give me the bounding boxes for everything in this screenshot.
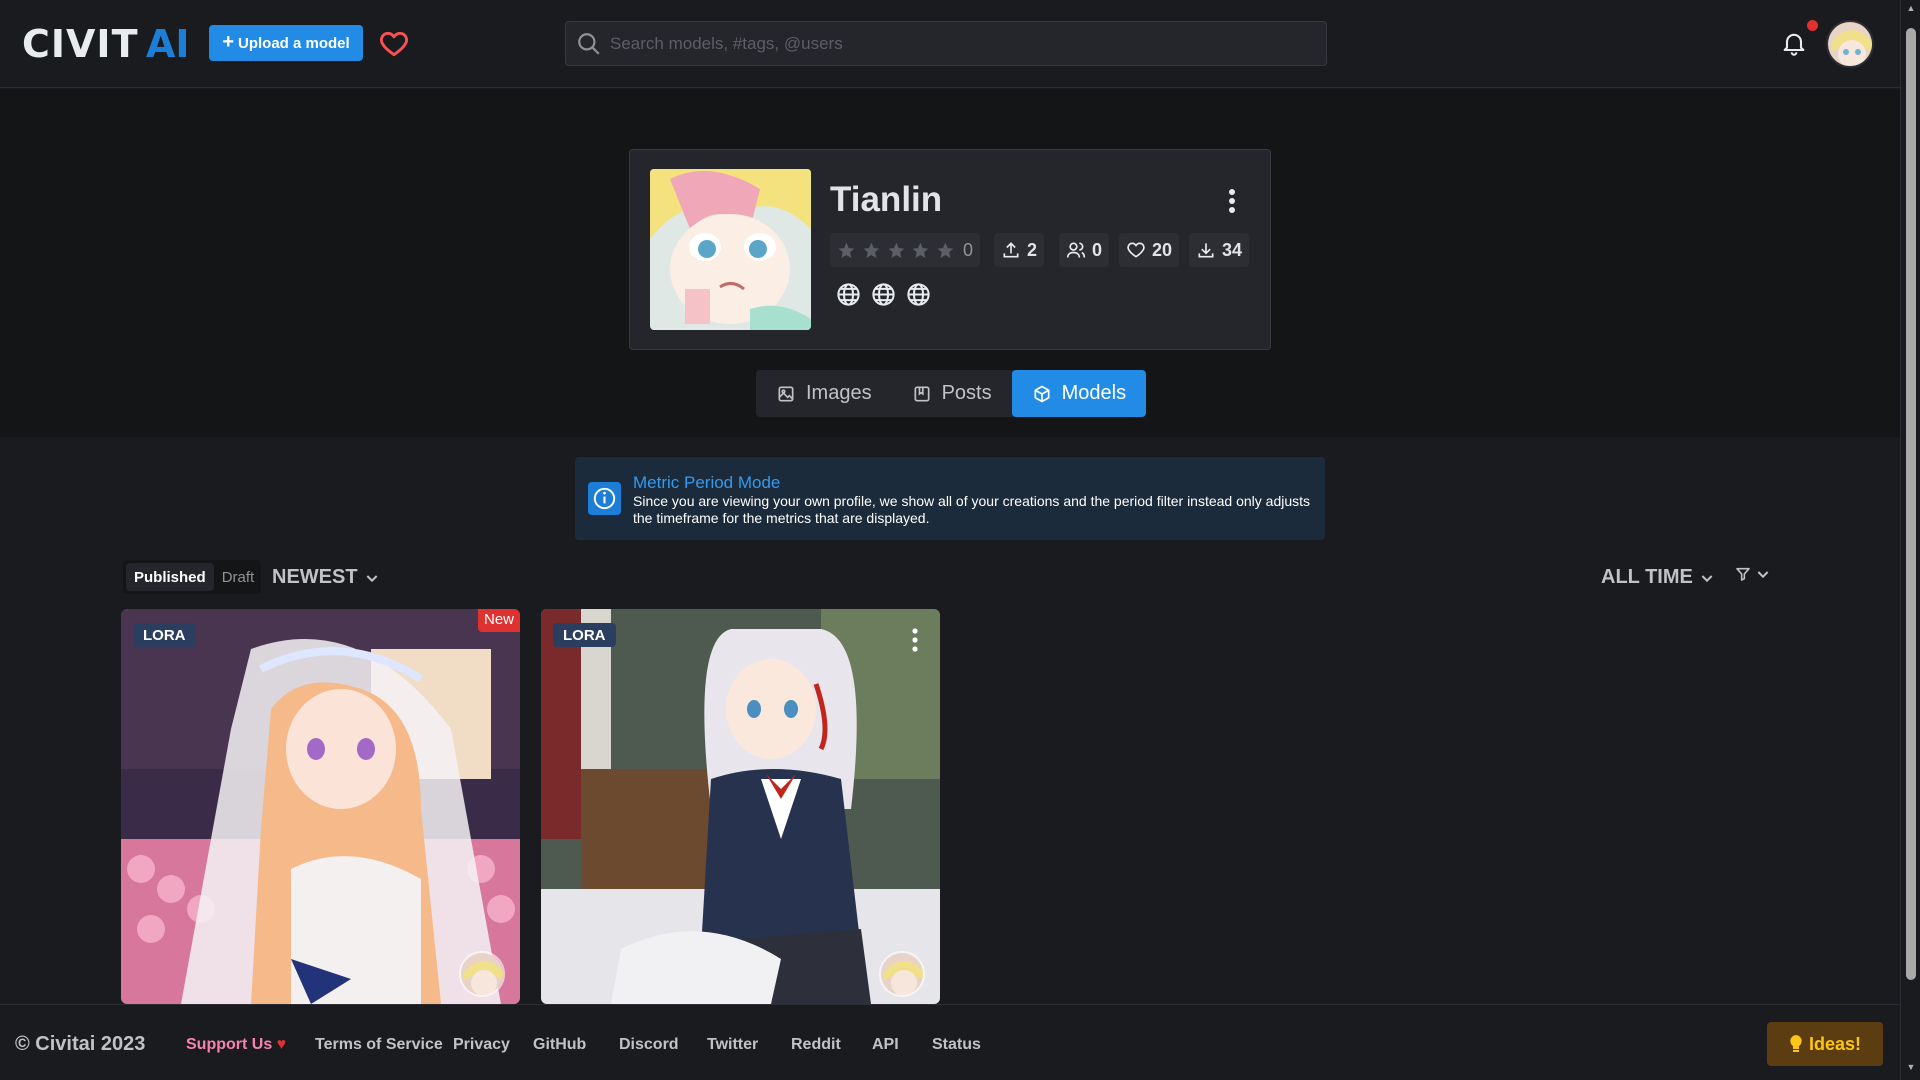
model-card[interactable]: LORA: [541, 609, 940, 1004]
profile-tabs: Images Posts Models: [756, 370, 1147, 417]
search-input[interactable]: [610, 22, 1310, 65]
globe-icon[interactable]: [870, 281, 897, 308]
notification-dot: [1807, 20, 1818, 31]
civitai-logo[interactable]: CIVIT AI: [22, 26, 196, 60]
top-header: CIVIT AI + Upload a model: [0, 0, 1900, 88]
heart-icon: [1127, 242, 1145, 258]
followers-stat: 0: [1059, 233, 1110, 267]
svg-text:CIVIT: CIVIT: [22, 26, 139, 60]
search-bar[interactable]: [565, 21, 1327, 66]
star-icon: [937, 242, 954, 258]
bell-icon[interactable]: [1780, 28, 1808, 58]
globe-icon[interactable]: [835, 281, 862, 308]
heart-icon: ♥: [276, 1036, 287, 1053]
published-option[interactable]: Published: [126, 563, 214, 591]
likes-stat: 20: [1119, 233, 1180, 267]
sort-dropdown[interactable]: NEWEST: [272, 566, 380, 589]
terms-of-service-link[interactable]: Terms of Service: [315, 1036, 443, 1054]
period-dropdown[interactable]: ALL TIME: [1601, 566, 1715, 589]
more-options-icon[interactable]: [909, 627, 921, 653]
model-type-badge: LORA: [133, 623, 196, 647]
profile-image: [650, 169, 811, 330]
star-icon: [863, 242, 880, 258]
star-icon: [888, 242, 904, 258]
scroll-up-arrow-icon[interactable]: ▲: [1906, 3, 1916, 13]
chevron-down-icon: [1757, 571, 1769, 579]
rating-stat: 0: [830, 233, 980, 267]
github-link[interactable]: GitHub: [533, 1036, 586, 1054]
tab-posts[interactable]: Posts: [892, 370, 1012, 417]
more-options-icon[interactable]: [1222, 186, 1242, 216]
rating-count: 0: [962, 239, 973, 260]
upload-model-label: Upload a model: [238, 34, 350, 52]
copyright-text: © Civitai 2023: [15, 1033, 146, 1055]
creator-avatar[interactable]: [459, 951, 505, 997]
tab-models-label: Models: [1061, 382, 1127, 404]
downloads-stat: 34: [1189, 233, 1250, 267]
filter-button[interactable]: [1735, 566, 1771, 582]
scroll-thumb[interactable]: [1906, 28, 1916, 980]
star-icon: [838, 242, 855, 258]
post-icon: [914, 386, 930, 401]
users-icon: [1066, 242, 1086, 258]
download-icon: [1198, 243, 1214, 258]
model-thumbnail: [541, 609, 940, 1004]
scrollbar[interactable]: ▲ ▼: [1900, 0, 1920, 1080]
svg-text:AI: AI: [146, 26, 190, 60]
chevron-down-icon: [366, 574, 377, 582]
draft-option[interactable]: Draft: [214, 563, 263, 591]
ideas-label: Ideas!: [1808, 1033, 1862, 1054]
profile-name: Tianlin: [830, 180, 943, 219]
heart-icon[interactable]: [377, 28, 411, 60]
downloads-count: 34: [1222, 239, 1243, 260]
ideas-button[interactable]: Ideas!: [1767, 1022, 1883, 1066]
uploads-count: 2: [1027, 239, 1038, 260]
model-thumbnail: [121, 609, 520, 1004]
upload-model-button[interactable]: + Upload a model: [209, 25, 363, 61]
creator-avatar[interactable]: [879, 951, 925, 997]
alert-body: Since you are viewing your own profile, …: [633, 493, 1311, 526]
photo-icon: [778, 386, 794, 401]
alert-title: Metric Period Mode: [633, 473, 781, 492]
chevron-down-icon: [1701, 574, 1713, 582]
publish-status-toggle: Published Draft: [123, 560, 261, 594]
reddit-link[interactable]: Reddit: [791, 1036, 841, 1054]
tab-images[interactable]: Images: [756, 370, 892, 417]
period-label: ALL TIME: [1601, 566, 1693, 588]
twitter-link[interactable]: Twitter: [707, 1036, 758, 1054]
star-icon: [912, 242, 929, 258]
upload-icon: [1003, 242, 1019, 258]
footer: © Civitai 2023 Support Us ♥ Terms of Ser…: [0, 1004, 1900, 1080]
profile-card: Tianlin 0 2 0 20 34: [629, 149, 1271, 350]
support-us-link[interactable]: Support Us ♥: [186, 1036, 286, 1054]
search-icon: [578, 33, 600, 55]
likes-count: 20: [1152, 239, 1173, 260]
filter-icon: [1736, 567, 1750, 581]
tab-models[interactable]: Models: [1011, 370, 1147, 417]
info-icon: [588, 482, 621, 515]
tab-images-label: Images: [806, 382, 872, 404]
support-us-label: Support Us: [186, 1036, 273, 1053]
uploads-stat: 2: [994, 233, 1045, 267]
model-type-badge: LORA: [553, 623, 616, 647]
model-card[interactable]: LORA New: [121, 609, 520, 1004]
user-avatar[interactable]: [1826, 20, 1874, 68]
status-link[interactable]: Status: [932, 1036, 981, 1054]
discord-link[interactable]: Discord: [619, 1036, 679, 1054]
followers-count: 0: [1092, 239, 1103, 260]
privacy-link[interactable]: Privacy: [453, 1036, 510, 1054]
tab-posts-label: Posts: [941, 382, 992, 404]
scroll-down-arrow-icon[interactable]: ▼: [1906, 1062, 1916, 1072]
metric-period-alert: Metric Period Mode Since you are viewing…: [575, 457, 1325, 540]
cube-icon: [1034, 385, 1050, 402]
globe-icon[interactable]: [905, 281, 932, 308]
api-link[interactable]: API: [872, 1036, 899, 1054]
lightbulb-icon: [1790, 1035, 1802, 1052]
sort-label: NEWEST: [272, 566, 358, 588]
new-badge: New: [477, 609, 520, 632]
plus-icon: +: [222, 31, 234, 53]
